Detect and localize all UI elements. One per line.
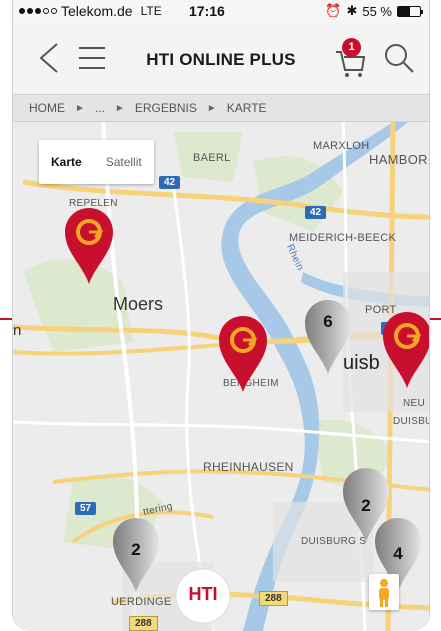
- map-view[interactable]: Karte Satellit MARXLOH HAMBOR BAERL REPE…: [13, 122, 429, 631]
- map-type-karte[interactable]: Karte: [39, 140, 94, 184]
- status-time: 17:16: [189, 3, 225, 19]
- chevron-right-icon: ►: [206, 102, 217, 114]
- location-marker-icon: [383, 312, 429, 388]
- battery-icon: [397, 5, 423, 17]
- place-label: BAERL: [193, 152, 231, 164]
- breadcrumb-ellipsis[interactable]: ...: [95, 101, 105, 115]
- highway-shield: 42: [159, 176, 181, 189]
- place-label: NEU: [403, 398, 426, 409]
- place-label: HAMBOR: [369, 152, 428, 167]
- highway-shield: 57: [75, 502, 97, 515]
- chevron-right-icon: ►: [75, 102, 85, 114]
- location-marker-icon: [65, 208, 113, 284]
- status-right: ⏰ ✱ 55 %: [325, 3, 423, 19]
- cluster-pin-icon: [305, 300, 351, 374]
- place-label: DUISBURG: [393, 416, 429, 427]
- breadcrumb-home[interactable]: HOME: [29, 101, 65, 115]
- phone-screen: Telekom.de LTE 17:16 ⏰ ✱ 55 % HTI ONLINE…: [12, 0, 430, 631]
- cluster-count: 6: [323, 312, 333, 331]
- status-bar: Telekom.de LTE 17:16 ⏰ ✱ 55 %: [13, 0, 429, 22]
- pegman-icon: [379, 579, 389, 607]
- place-label: n: [13, 322, 22, 339]
- breadcrumb-map: KARTE: [226, 101, 267, 115]
- map-type-satellite[interactable]: Satellit: [94, 140, 154, 184]
- cart-count-badge: 1: [342, 38, 361, 57]
- location-marker-icon: [219, 316, 267, 392]
- carrier-name: Telekom.de: [61, 3, 133, 19]
- map-type-toggle: Karte Satellit: [39, 140, 154, 184]
- bluetooth-icon: ✱: [346, 3, 358, 18]
- breadcrumb-result[interactable]: ERGEBNIS: [135, 101, 197, 115]
- road-shield: 288: [259, 591, 288, 606]
- place-label: Moers: [113, 294, 164, 314]
- network-type: LTE: [140, 4, 162, 18]
- cluster-count: 4: [393, 544, 403, 563]
- store-location-pin[interactable]: [217, 314, 269, 394]
- carrier-info: Telekom.de LTE: [19, 3, 162, 19]
- store-location-pin[interactable]: [381, 310, 429, 390]
- battery-percent: 55 %: [362, 3, 392, 19]
- breadcrumb: HOME ► ... ► ERGEBNIS ► KARTE: [13, 94, 429, 122]
- road-shield: 288: [129, 616, 158, 631]
- street-view-pegman-button[interactable]: [369, 574, 399, 610]
- alarm-icon: ⏰: [325, 3, 342, 18]
- place-label: MARXLOH: [313, 140, 370, 152]
- app-header: HTI ONLINE PLUS 1: [13, 22, 429, 94]
- hti-location-marker[interactable]: HTI: [175, 568, 231, 631]
- place-label: RHEINHAUSEN: [203, 460, 294, 474]
- signal-strength-icon: [19, 8, 57, 14]
- cluster-marker[interactable]: 2: [111, 516, 161, 594]
- hti-marker-label: HTI: [188, 584, 218, 604]
- place-label: MEIDERICH-BEECK: [289, 232, 397, 244]
- cluster-count: 2: [131, 540, 141, 559]
- chevron-right-icon: ►: [114, 102, 125, 114]
- cart-button[interactable]: 1: [335, 38, 367, 78]
- store-location-pin[interactable]: [63, 206, 115, 286]
- search-icon[interactable]: [383, 42, 415, 74]
- cluster-count: 2: [361, 496, 371, 515]
- cluster-marker[interactable]: 6: [303, 298, 353, 376]
- highway-shield: 42: [305, 206, 327, 219]
- place-label: UERDINGE: [111, 596, 172, 608]
